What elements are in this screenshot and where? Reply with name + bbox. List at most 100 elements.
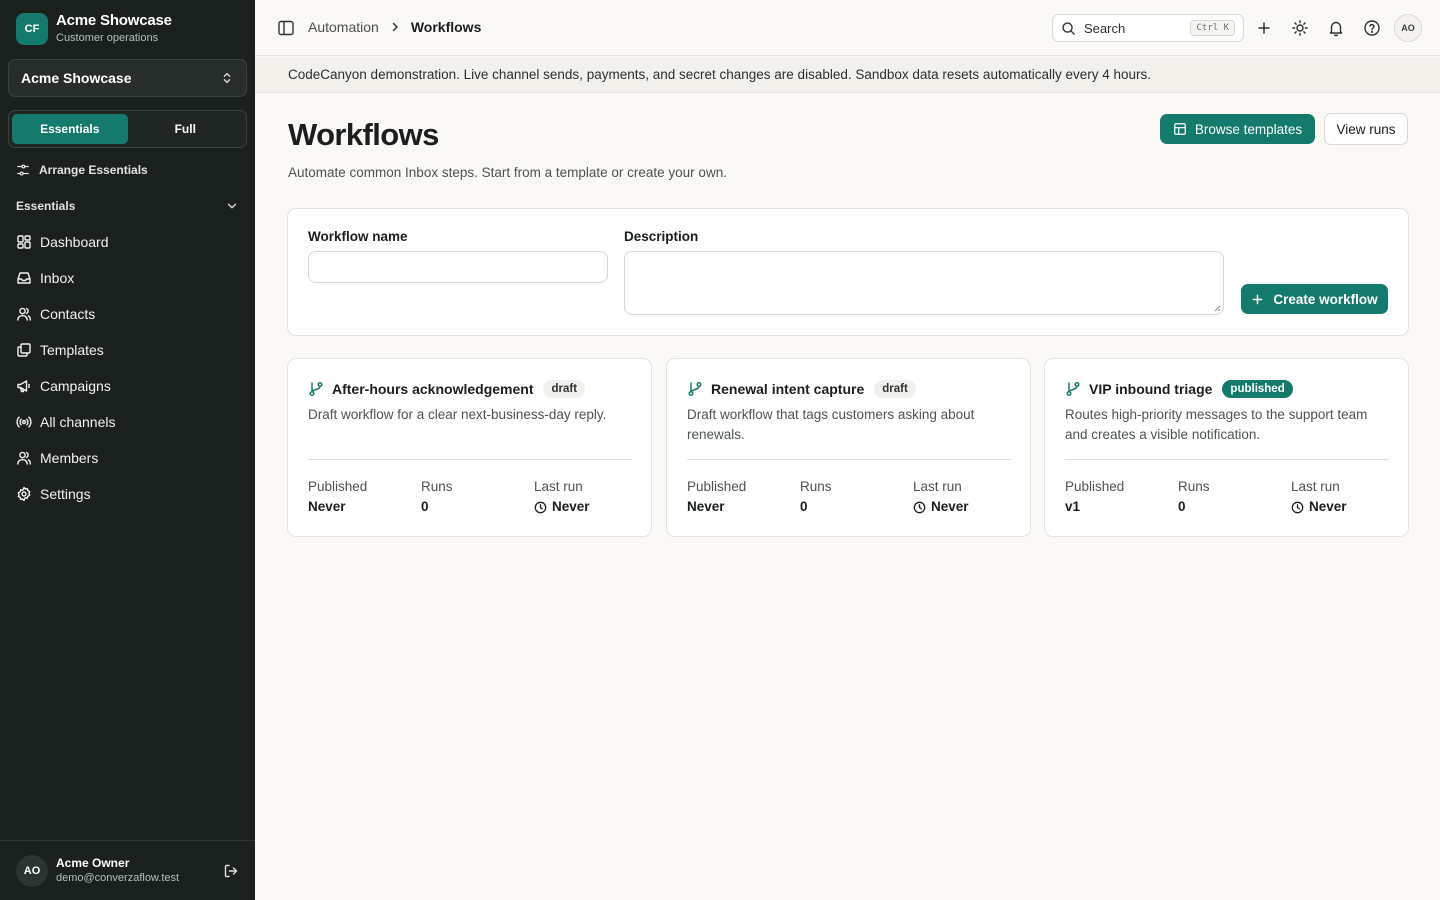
channels-icon bbox=[16, 416, 32, 428]
description-textarea[interactable] bbox=[624, 251, 1224, 315]
stat-value: Never bbox=[308, 499, 346, 514]
mode-full-button[interactable]: Full bbox=[128, 114, 244, 144]
sidebar-item-label: Dashboard bbox=[40, 234, 109, 250]
workflow-description: Routes high-priority messages to the sup… bbox=[1065, 407, 1368, 442]
workspace-select-value: Acme Showcase bbox=[21, 70, 132, 86]
sidebar-item-label: Settings bbox=[40, 486, 91, 502]
stat-label: Published bbox=[687, 479, 747, 494]
stat-value-row: Never bbox=[913, 496, 969, 518]
brand-name: Acme Showcase bbox=[56, 12, 172, 29]
workflow-name: After-hours acknowledgement bbox=[332, 381, 534, 397]
workflow-card[interactable]: VIP inbound triage published Routes high… bbox=[1044, 358, 1409, 537]
stat-label: Last run bbox=[913, 479, 962, 494]
sidebar-item-inbox[interactable]: Inbox bbox=[8, 260, 247, 296]
workflow-description: Draft workflow that tags customers askin… bbox=[687, 407, 975, 442]
divider bbox=[1065, 459, 1389, 460]
help-icon[interactable] bbox=[1363, 19, 1381, 37]
stat-value-row: Never bbox=[534, 496, 590, 518]
stat-label: Last run bbox=[534, 479, 583, 494]
stat-published: Published Never bbox=[308, 478, 367, 518]
user-email: demo@converzaflow.test bbox=[56, 872, 180, 884]
sidebar-item-dashboard[interactable]: Dashboard bbox=[8, 224, 247, 260]
workflow-card[interactable]: After-hours acknowledgement draft Draft … bbox=[287, 358, 652, 537]
stat-value: 0 bbox=[421, 499, 429, 514]
stat-runs: Runs 0 bbox=[421, 478, 453, 518]
sidebar-item-campaigns[interactable]: Campaigns bbox=[8, 368, 247, 404]
sidebar-item-label: Inbox bbox=[40, 270, 75, 286]
browse-templates-button[interactable]: Browse templates bbox=[1160, 114, 1315, 144]
clock-icon bbox=[1291, 501, 1304, 513]
chevrons-up-down-icon bbox=[223, 72, 231, 84]
stat-runs: Runs 0 bbox=[1178, 478, 1210, 518]
stat-runs: Runs 0 bbox=[800, 478, 832, 518]
view-runs-button[interactable]: View runs bbox=[1324, 113, 1408, 145]
stat-value: Never bbox=[552, 499, 590, 514]
status-badge: draft bbox=[874, 380, 916, 398]
inbox-icon bbox=[17, 272, 31, 284]
topbar: Automation Workflows Search Ctrl K AO bbox=[255, 0, 1440, 56]
sidebar-item-label: Campaigns bbox=[40, 378, 111, 394]
stat-label: Runs bbox=[421, 479, 453, 494]
stat-published: Published Never bbox=[687, 478, 746, 518]
templates-icon bbox=[17, 343, 31, 357]
page-title: Workflows bbox=[288, 117, 439, 152]
stat-value: Never bbox=[1309, 499, 1347, 514]
avatar[interactable]: AO bbox=[1394, 14, 1422, 42]
browse-templates-label: Browse templates bbox=[1194, 121, 1303, 137]
mode-essentials-button[interactable]: Essentials bbox=[12, 114, 128, 144]
git-branch-icon bbox=[1066, 381, 1080, 397]
layout-grid-icon bbox=[1173, 123, 1186, 135]
bell-icon[interactable] bbox=[1327, 19, 1345, 37]
stat-label: Published bbox=[1065, 479, 1125, 494]
workflow-name-input[interactable] bbox=[308, 251, 608, 283]
sidebar-item-templates[interactable]: Templates bbox=[8, 332, 247, 368]
sidebar-item-label: Contacts bbox=[40, 306, 96, 322]
contacts-icon bbox=[17, 307, 31, 321]
sidebar-toggle-icon[interactable] bbox=[277, 19, 295, 37]
user-name: Acme Owner bbox=[56, 856, 130, 870]
chevron-right-icon bbox=[392, 22, 398, 32]
sidebar-item-label: All channels bbox=[40, 414, 116, 430]
workflow-name-label: Workflow name bbox=[308, 229, 408, 244]
divider bbox=[687, 459, 1011, 460]
search-icon bbox=[1062, 21, 1075, 35]
arrange-essentials-button[interactable]: Arrange Essentials bbox=[16, 163, 148, 177]
divider bbox=[308, 459, 632, 460]
create-workflow-label: Create workflow bbox=[1273, 291, 1378, 307]
workflow-card[interactable]: Renewal intent capture draft Draft workf… bbox=[666, 358, 1031, 537]
stat-value: 0 bbox=[800, 499, 808, 514]
sidebar-item-members[interactable]: Members bbox=[8, 440, 247, 476]
stat-label: Runs bbox=[800, 479, 832, 494]
sidebar-item-settings[interactable]: Settings bbox=[8, 476, 247, 512]
sidebar-nav: Dashboard Inbox Contacts Templates Campa… bbox=[8, 224, 247, 512]
sliders-icon bbox=[17, 164, 29, 176]
status-badge: draft bbox=[543, 380, 586, 398]
plus-icon bbox=[1252, 294, 1263, 304]
sidebar: CF Acme Showcase Customer operations Acm… bbox=[0, 0, 255, 900]
create-workflow-button[interactable]: Create workflow bbox=[1241, 284, 1388, 314]
sidebar-item-all-channels[interactable]: All channels bbox=[8, 404, 247, 440]
chevron-down-icon bbox=[227, 203, 237, 209]
demo-banner: CodeCanyon demonstration. Live channel s… bbox=[255, 57, 1440, 93]
git-branch-icon bbox=[309, 381, 323, 397]
essentials-section-toggle[interactable]: Essentials bbox=[16, 199, 239, 213]
workspace-select[interactable]: Acme Showcase bbox=[8, 59, 247, 97]
stat-label: Last run bbox=[1291, 479, 1340, 494]
sun-icon[interactable] bbox=[1291, 19, 1309, 37]
git-branch-icon bbox=[688, 381, 702, 397]
resize-handle-icon[interactable] bbox=[1213, 304, 1221, 312]
sidebar-item-label: Members bbox=[40, 450, 99, 466]
stat-label: Published bbox=[308, 479, 368, 494]
workflow-description: Draft workflow for a clear next-business… bbox=[308, 407, 607, 422]
stat-label: Runs bbox=[1178, 479, 1210, 494]
stat-published: Published v1 bbox=[1065, 478, 1124, 518]
sidebar-item-contacts[interactable]: Contacts bbox=[8, 296, 247, 332]
stat-value: 0 bbox=[1178, 499, 1186, 514]
plus-icon[interactable] bbox=[1255, 19, 1273, 37]
avatar[interactable]: AO bbox=[16, 854, 48, 887]
search-placeholder: Search bbox=[1084, 20, 1126, 36]
brand[interactable]: CF Acme Showcase Customer operations bbox=[16, 12, 172, 46]
breadcrumb-automation[interactable]: Automation bbox=[308, 19, 379, 35]
search-input[interactable]: Search Ctrl K bbox=[1052, 14, 1244, 42]
logout-icon[interactable] bbox=[223, 863, 239, 879]
